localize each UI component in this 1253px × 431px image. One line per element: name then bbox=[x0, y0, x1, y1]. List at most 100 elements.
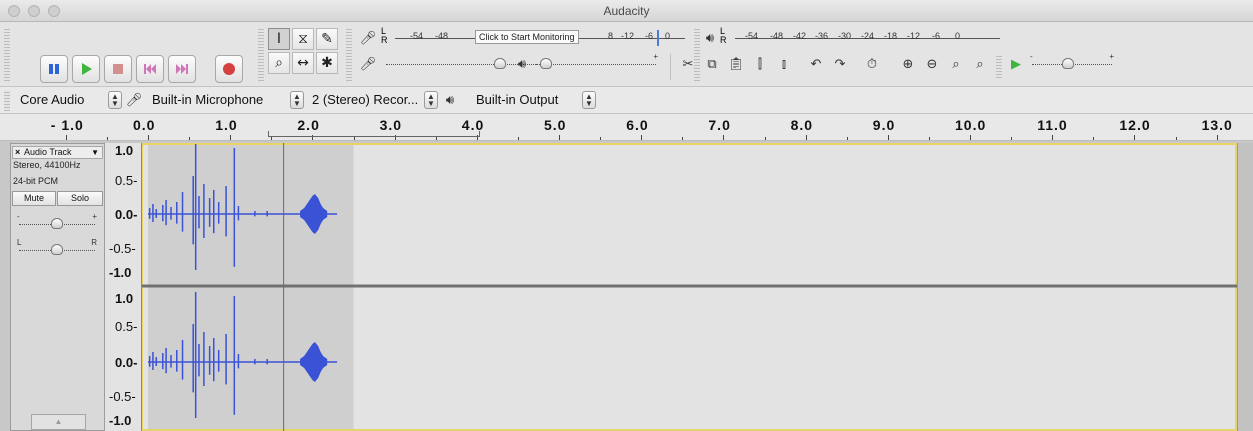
ruler-tick bbox=[970, 135, 971, 140]
play-at-speed-slider[interactable]: - + bbox=[1030, 52, 1114, 70]
track-bit-depth: 24-bit PCM bbox=[13, 176, 59, 186]
meter-tick: -18 bbox=[884, 31, 898, 41]
meter-tick: -36 bbox=[815, 31, 829, 41]
recording-device-select[interactable]: Built-in Microphone bbox=[152, 91, 263, 109]
envelope-tool[interactable]: ⧖ bbox=[292, 28, 314, 50]
ruler-label: 6.0 bbox=[626, 117, 649, 133]
recording-channels-select[interactable]: 2 (Stereo) Recor... bbox=[312, 91, 418, 109]
pan-slider[interactable]: L R bbox=[17, 238, 97, 256]
sync-lock-icon[interactable]: ⏱︎ bbox=[862, 54, 882, 74]
gain-knob[interactable] bbox=[51, 218, 63, 229]
fit-selection-icon[interactable]: ⌕ bbox=[946, 54, 966, 74]
ruler-label: 0.0 bbox=[133, 117, 156, 133]
meter-channel-r: R bbox=[381, 35, 388, 45]
play-at-speed-icon[interactable]: ▶ bbox=[1006, 54, 1026, 74]
ruler-label: 12.0 bbox=[1119, 117, 1151, 133]
recording-meter[interactable]: -54 -48 Click to Start Monitoring 8 -12 … bbox=[395, 30, 685, 46]
audio-host-stepper[interactable]: ▲ ▼ bbox=[108, 91, 122, 109]
stop-button[interactable] bbox=[104, 55, 132, 83]
toolbar-grip[interactable] bbox=[4, 90, 10, 111]
speaker-icon: 🔊︎ bbox=[445, 92, 455, 108]
start-monitoring-button[interactable]: Click to Start Monitoring bbox=[475, 30, 579, 44]
ruler-tick bbox=[189, 137, 191, 140]
meter-tick: -30 bbox=[838, 31, 852, 41]
redo-icon[interactable]: ↷ bbox=[830, 54, 850, 74]
device-toolbar: Core Audio ▲ ▼ 🎤︎ Built-in Microphone ▲ ▼ … bbox=[0, 87, 1253, 114]
pause-button[interactable] bbox=[40, 55, 68, 83]
draw-tool[interactable]: ✎ bbox=[316, 28, 338, 50]
silence-icon[interactable]: ⫾ bbox=[774, 54, 794, 74]
title-bar: Audacity bbox=[0, 0, 1253, 22]
selection-indicator bbox=[268, 131, 480, 137]
playback-meter[interactable]: -54 -48 -42 -36 -30 -24 -18 -12 -6 0 bbox=[735, 30, 1000, 46]
scale-label: -1.0 bbox=[109, 265, 132, 280]
vertical-scale[interactable]: 1.0 0.5- 0.0- -0.5- -1.0 1.0 0.5- 0.0- -… bbox=[105, 143, 142, 431]
ruler-label: 7.0 bbox=[708, 117, 731, 133]
scale-label: -0.5- bbox=[109, 241, 136, 256]
ruler-label: 1.0 bbox=[215, 117, 238, 133]
record-icon bbox=[223, 63, 235, 75]
undo-icon[interactable]: ↶ bbox=[806, 54, 826, 74]
speaker-icon: 🔊︎ bbox=[705, 30, 715, 46]
record-button[interactable] bbox=[215, 55, 243, 83]
ruler-tick bbox=[353, 137, 355, 140]
ruler-tick bbox=[1216, 135, 1218, 140]
fit-project-icon[interactable]: ⌕ bbox=[970, 54, 990, 74]
cut-icon[interactable]: ✂︎ bbox=[678, 54, 698, 74]
play-at-speed-knob[interactable] bbox=[1062, 58, 1074, 69]
toolbar-grip[interactable] bbox=[346, 27, 352, 83]
track-menu-arrow-icon: ▼ bbox=[91, 148, 99, 157]
paste-icon[interactable]: 📋︎ bbox=[726, 54, 746, 74]
recording-device-stepper[interactable]: ▲ ▼ bbox=[290, 91, 304, 109]
playback-volume-icon: 🔊︎ bbox=[517, 56, 527, 72]
recording-channels-stepper[interactable]: ▲ ▼ bbox=[424, 91, 438, 109]
close-track-icon[interactable]: × bbox=[15, 147, 20, 158]
playback-device-select[interactable]: Built-in Output bbox=[476, 91, 558, 109]
gain-slider[interactable]: - + bbox=[17, 212, 97, 230]
play-icon bbox=[82, 63, 92, 75]
scale-label: 1.0 bbox=[115, 143, 134, 158]
recording-volume-knob[interactable] bbox=[494, 58, 506, 69]
pan-knob[interactable] bbox=[51, 244, 63, 255]
timeline-ruler[interactable]: - 1.0 0.0 1.0 2.0 3.0 4.0 5.0 6.0 7.0 8.0 9.0 10.0 1… bbox=[0, 114, 1253, 141]
multi-tool[interactable]: ✱ bbox=[316, 52, 338, 74]
ruler-tick bbox=[928, 137, 930, 140]
meter-tick: -12 bbox=[907, 31, 921, 41]
meter-tick: -48 bbox=[435, 31, 449, 41]
ruler-tick bbox=[764, 137, 766, 140]
toolbar-grip[interactable] bbox=[258, 27, 264, 83]
time-shift-tool[interactable]: ↔ bbox=[292, 52, 314, 74]
toolbar-area: I ⧖ ✎ ⌕ ↔ ✱ 🎤︎ L R -54 -48 Click to Star… bbox=[0, 22, 1253, 87]
meter-channel-r: R bbox=[720, 35, 727, 45]
trim-icon[interactable]: ⫿ bbox=[750, 54, 770, 74]
scale-label: 0.0- bbox=[115, 207, 138, 222]
collapse-track-button[interactable]: ▲ bbox=[31, 414, 86, 430]
solo-button[interactable]: Solo bbox=[57, 191, 103, 206]
selection-tool[interactable]: I bbox=[268, 28, 290, 50]
audio-host-select[interactable]: Core Audio bbox=[20, 91, 84, 109]
ruler-label: - 1.0 bbox=[50, 117, 84, 133]
skip-to-start-button[interactable] bbox=[136, 55, 164, 83]
ruler-tick bbox=[682, 137, 684, 140]
scale-label: -0.5- bbox=[109, 389, 136, 404]
track-name-menu[interactable]: × Audio Track ▼ bbox=[12, 146, 103, 159]
zoom-tool[interactable]: ⌕ bbox=[268, 52, 290, 74]
mute-button[interactable]: Mute bbox=[12, 191, 56, 206]
ruler-tick bbox=[1134, 135, 1136, 140]
meter-tick: -12 bbox=[621, 31, 635, 41]
vertical-scrollbar[interactable] bbox=[1237, 143, 1253, 431]
waveform-view[interactable] bbox=[142, 143, 1237, 431]
zoom-out-icon[interactable]: ⊖ bbox=[922, 54, 942, 74]
ruler-label: 5.0 bbox=[544, 117, 567, 133]
playback-device-stepper[interactable]: ▲ ▼ bbox=[582, 91, 596, 109]
play-button[interactable] bbox=[72, 55, 100, 83]
toolbar-grip[interactable] bbox=[996, 54, 1002, 80]
ruler-tick bbox=[641, 135, 643, 140]
zoom-in-icon[interactable]: ⊕ bbox=[898, 54, 918, 74]
copy-icon[interactable]: ⧉ bbox=[702, 54, 722, 74]
toolbar-grip[interactable] bbox=[4, 27, 10, 83]
stop-icon bbox=[113, 64, 123, 74]
playback-volume-slider-a[interactable]: + bbox=[536, 52, 658, 70]
playback-volume-knob[interactable] bbox=[540, 58, 552, 69]
skip-to-end-button[interactable] bbox=[168, 55, 196, 83]
